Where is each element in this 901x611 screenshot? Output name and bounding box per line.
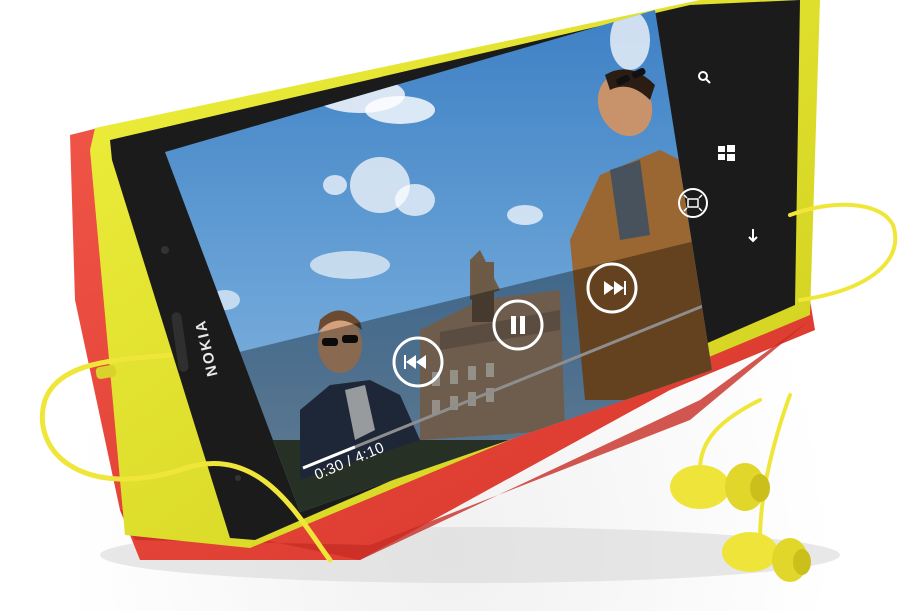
light-sensor [235,475,241,481]
product-photo: 0:30 / 4:10 NOKIA [0,0,901,611]
front-camera [161,246,169,254]
phone-scene [39,0,898,583]
earbud-left [670,463,770,511]
